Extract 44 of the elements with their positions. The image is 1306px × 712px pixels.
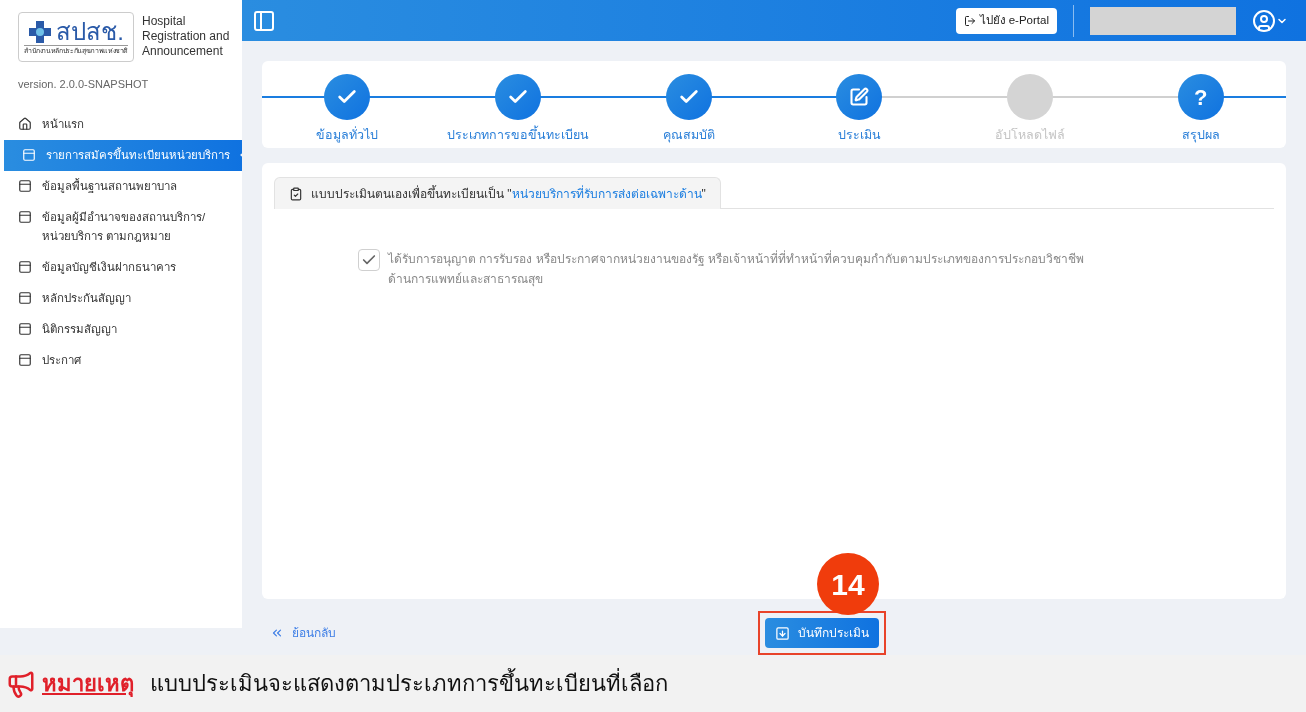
note-label: หมายเหตุ — [42, 670, 134, 699]
sidebar-item[interactable]: ประกาศ — [0, 344, 242, 376]
double-chevron-icon — [270, 626, 284, 640]
clipboard-icon — [289, 186, 303, 201]
window-icon — [18, 259, 32, 274]
medical-cross-icon — [28, 19, 53, 44]
step-label: คุณสมบัติ — [662, 127, 715, 145]
checkbox[interactable] — [358, 249, 380, 271]
app-title: Registration and — [142, 29, 230, 44]
version-text: version. 2.0.0-SNAPSHOT — [17, 77, 150, 92]
step-label: ประเมิน — [837, 127, 881, 144]
home-icon — [18, 116, 32, 131]
back-link[interactable]: ย้อนกลับ — [270, 624, 336, 642]
step-label: ประเภทการขอขึ้นทะเบียน — [447, 126, 589, 145]
sidebar-item[interactable]: ข้อมูลผู้มีอำนาจของสถานบริการ/หน่วยบริการ ตามกฎหมาย — [0, 201, 242, 252]
sidebar-item[interactable]: ข้อมูลบัญชีเงินฝากธนาคาร — [0, 251, 242, 283]
window-icon — [18, 178, 32, 193]
step-label: สรุปผล — [1181, 127, 1220, 145]
step-label: อัปโหลดไฟล์ — [995, 127, 1065, 144]
sidebar-item[interactable]: นิติกรรมสัญญา — [0, 313, 242, 345]
sidebar-item[interactable]: หลักประกันสัญญา — [0, 282, 242, 314]
window-icon — [18, 352, 32, 367]
app-title: Hospital — [142, 14, 187, 29]
window-icon — [22, 147, 36, 162]
user-menu[interactable] — [1252, 8, 1288, 33]
user-icon — [1252, 8, 1276, 33]
form-tab[interactable]: แบบประเมินตนเองเพื่อขึ้นทะเบียนเป็น "หน่วยบริการที่รับการส่งต่อเฉพาะด้าน" — [274, 177, 721, 209]
step-label: ข้อมูลทั่วไป — [316, 126, 379, 145]
window-icon — [18, 321, 32, 336]
sidebar-item[interactable]: หน้าแรก — [0, 108, 242, 140]
save-button[interactable]: บันทึกประเมิน — [765, 618, 879, 648]
checkbox-label: ได้รับการอนุญาต การรับรอง หรือประกาศจากหน่วยงานของรัฐ หรือเจ้าหน้าที่ที่ทำหน้าที่ควบคุมกำกับตามประเภทของการประกอบวิชาชีพด้านการแพทย์และสาธารณสุข — [388, 249, 1085, 289]
window-icon — [18, 290, 32, 305]
note-text: แบบประเมินจะแสดงตามประเภทการขึ้นทะเบียนที่เลือก — [150, 667, 668, 700]
sidebar-toggle-icon[interactable] — [252, 8, 276, 33]
portal-button[interactable]: ไปยัง e-Portal — [955, 7, 1057, 34]
exit-icon — [963, 14, 976, 27]
step-symbol: ? — [1193, 83, 1208, 112]
logo-mark: สปสช. — [56, 19, 124, 44]
download-box-icon — [775, 625, 790, 641]
window-icon — [18, 209, 32, 224]
edit-icon — [849, 87, 870, 107]
sidebar-item[interactable]: ข้อมูลพื้นฐานสถานพยาบาล — [0, 170, 242, 202]
app-title: Announcement — [142, 44, 224, 59]
